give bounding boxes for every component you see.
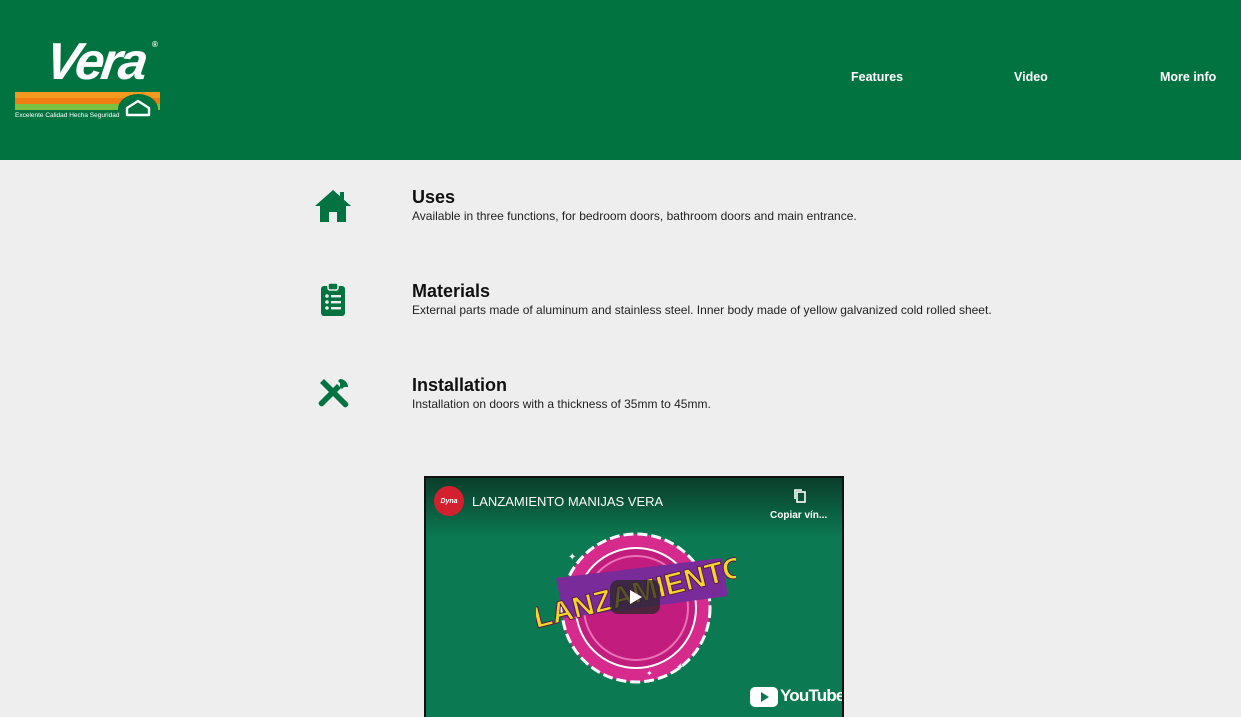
copy-link-label: Copiar vín... <box>770 510 828 521</box>
youtube-wordmark: YouTube <box>780 686 844 705</box>
site-header: Vera ® Excelente Calidad Hecha Seguridad… <box>0 0 1241 160</box>
logo-house-badge <box>118 94 158 124</box>
copy-icon <box>794 489 806 503</box>
svg-text:✦: ✦ <box>676 662 684 673</box>
logo-registered-mark: ® <box>152 40 158 49</box>
feature-materials: Materials External parts made of aluminu… <box>314 281 1034 341</box>
house-outline-icon <box>125 99 151 117</box>
feature-description: Available in three functions, for bedroo… <box>412 209 857 223</box>
clipboard-list-icon <box>321 282 345 316</box>
logo-wordmark: Vera <box>41 33 149 91</box>
channel-avatar[interactable]: Dyna <box>434 486 464 516</box>
home-icon <box>315 190 351 222</box>
nav-more-info[interactable]: More info <box>1160 70 1216 84</box>
video-title[interactable]: LANZAMIENTO MANIJAS VERA <box>472 494 663 509</box>
feature-title: Materials <box>412 281 491 301</box>
feature-installation: Installation Installation on doors with … <box>314 375 1034 435</box>
svg-text:✦: ✦ <box>646 669 653 678</box>
nav-features[interactable]: Features <box>851 70 903 84</box>
feature-description: External parts made of aluminum and stai… <box>412 303 992 317</box>
youtube-logo[interactable]: YouTube <box>750 684 842 708</box>
feature-description: Installation on doors with a thickness o… <box>412 397 711 411</box>
play-button[interactable] <box>610 580 660 614</box>
feature-title: Installation <box>412 375 508 395</box>
tools-icon <box>318 379 349 408</box>
vera-logo[interactable]: Vera ® Excelente Calidad Hecha Seguridad <box>14 33 164 126</box>
logo-tagline: Excelente Calidad Hecha Seguridad <box>15 112 120 119</box>
nav-video[interactable]: Video <box>1014 70 1048 84</box>
feature-title: Uses <box>412 187 456 207</box>
svg-text:✦: ✦ <box>568 552 576 563</box>
youtube-video-embed[interactable]: LANZAMIENTO ✦ ✦ ✦ Dyna LANZAMIENTO MANIJ… <box>424 476 844 717</box>
copy-link-button[interactable]: Copiar vín... <box>766 486 836 526</box>
youtube-play-icon <box>750 687 778 707</box>
feature-uses: Uses Available in three functions, for b… <box>314 187 1034 247</box>
play-icon <box>630 590 642 604</box>
